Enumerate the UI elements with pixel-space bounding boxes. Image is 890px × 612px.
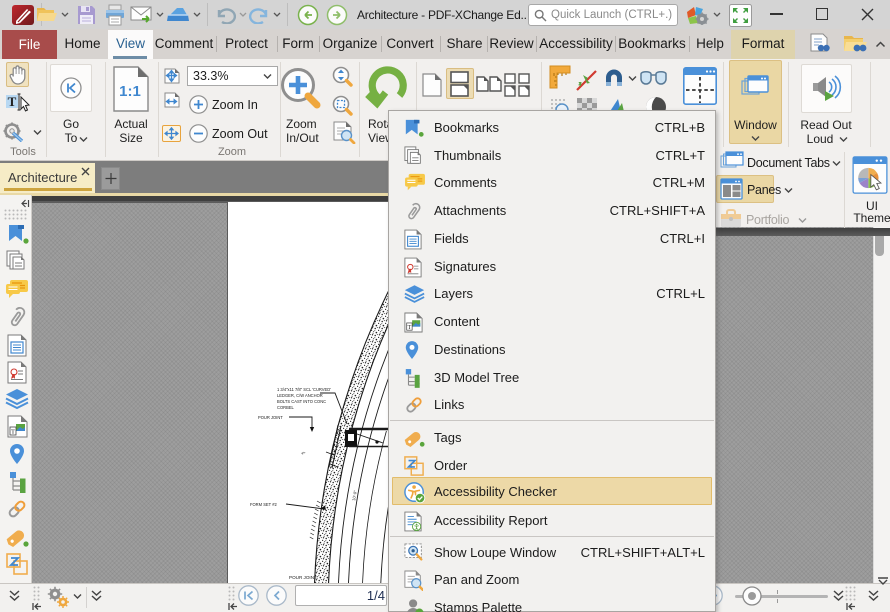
svg-text:POUR JOINT: POUR JOINT [258,415,283,420]
svg-text:BOLTS CAST INTO CONC: BOLTS CAST INTO CONC [277,399,326,404]
svg-text:LEDGER, C/W ANCHOR: LEDGER, C/W ANCHOR [277,393,323,398]
svg-text:POUR JOINT: POUR JOINT [289,575,317,580]
svg-text:FORM SET #2: FORM SET #2 [250,502,277,507]
svg-text:4": 4" [301,450,307,456]
svg-text:CORBEL: CORBEL [277,405,295,410]
svg-text:1:1: 1:1 [119,83,141,100]
svg-text:T: T [408,325,412,331]
svg-text:1 3/4"x11 7/8" SCL 'CURVED': 1 3/4"x11 7/8" SCL 'CURVED' [277,387,331,392]
svg-text:T: T [8,94,17,109]
svg-text:T: T [11,429,15,436]
